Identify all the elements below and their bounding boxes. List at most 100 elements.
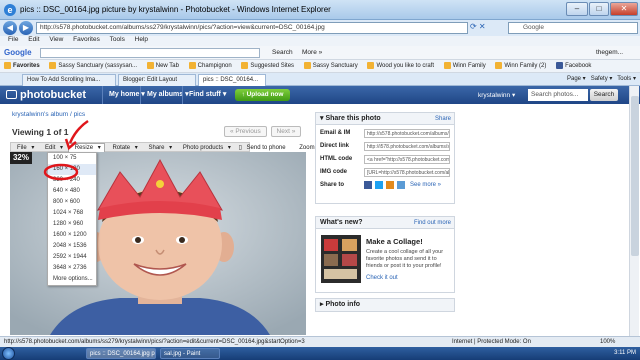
resize-option[interactable]: 1024 × 768 — [48, 208, 96, 219]
menu-view[interactable]: View — [49, 36, 63, 43]
share-row-html: HTML code <a href="http://s578.photobuck… — [320, 155, 450, 164]
favorites-button[interactable]: Favorites — [4, 60, 40, 72]
see-more-link[interactable]: See more » — [410, 182, 441, 188]
favorite-item[interactable]: Sassy Sanctuary (sassysan... — [49, 60, 137, 72]
photo-info-header[interactable]: ▸ Photo info — [316, 299, 454, 311]
system-clock[interactable]: 3:11 PM — [614, 348, 636, 359]
tools-menu[interactable]: Tools — [617, 76, 631, 82]
menu-tools[interactable]: Tools — [110, 36, 125, 43]
menu-help[interactable]: Help — [135, 36, 148, 43]
status-bar: http://s578.photobucket.com/albums/ss279… — [0, 336, 640, 347]
resize-option[interactable]: 2592 × 1944 — [48, 252, 96, 263]
photo-search-input[interactable]: Search photos... — [528, 89, 588, 101]
menu-file[interactable]: File — [8, 36, 18, 43]
zoom-level[interactable]: 100% — [600, 337, 615, 347]
photobucket-header: photobucket My home ▾ My albums ▾ Find s… — [0, 86, 640, 104]
favorite-item[interactable]: Sassy Sanctuary — [303, 60, 358, 72]
share-row-social: Share to See more » — [320, 181, 442, 189]
window-title: pics :: DSC_00164.jpg picture by krystal… — [20, 5, 331, 14]
resize-option[interactable]: 1600 × 1200 — [48, 230, 96, 241]
back-button[interactable]: ◀ — [3, 21, 17, 35]
start-button[interactable] — [2, 347, 15, 360]
favorite-item[interactable]: Winn Family (2) — [495, 60, 546, 72]
refresh-icon[interactable]: ⟳ ✕ — [470, 22, 486, 31]
favorite-item[interactable]: Wood you like to craft — [367, 60, 434, 72]
myspace-icon[interactable] — [386, 181, 394, 189]
resize-option[interactable]: 1280 × 960 — [48, 219, 96, 230]
resize-more-options[interactable]: More options... — [48, 274, 96, 285]
camera-icon — [6, 90, 17, 99]
page-scrollbar[interactable] — [629, 86, 639, 336]
minimize-button[interactable]: – — [566, 2, 588, 16]
user-menu[interactable]: krystalwinn ▾ — [478, 91, 515, 99]
security-zone[interactable]: Internet | Protected Mode: On — [452, 337, 531, 347]
url-field[interactable]: http://s578.photobucket.com/albums/ss279… — [36, 22, 468, 34]
browser-tab[interactable]: Blogger: Edit Layout — [118, 74, 196, 86]
direct-link-field[interactable]: http://i578.photobucket.com/albums/ss2 — [364, 142, 450, 151]
zoom-level-badge: 32% — [10, 152, 32, 164]
taskbar-item-ie[interactable]: pics :: DSC_00164.jpg pic... — [86, 348, 156, 359]
browser-tab-active[interactable]: pics :: DSC_00164... — [198, 74, 266, 86]
resize-option[interactable]: 2048 × 1536 — [48, 241, 96, 252]
upload-now-button[interactable]: ↑ Upload now — [235, 89, 290, 101]
bookmark-icon — [241, 61, 249, 69]
google-search-button[interactable]: Search — [272, 49, 293, 56]
favorite-item[interactable]: Champignon — [188, 60, 232, 72]
whats-new-panel: What's new? Find out more Make a Collage!… — [315, 216, 455, 293]
address-bar: ◀ ▶ http://s578.photobucket.com/albums/s… — [0, 20, 640, 36]
favorite-item[interactable]: Winn Family — [443, 60, 486, 72]
window-titlebar: e pics :: DSC_00164.jpg picture by kryst… — [0, 0, 640, 20]
page-menu[interactable]: Page — [567, 76, 581, 82]
next-button[interactable]: Next » — [270, 126, 302, 137]
google-logo: Google — [4, 48, 32, 57]
share-link[interactable]: Share — [435, 113, 451, 125]
favorite-item[interactable]: New Tab — [146, 60, 179, 72]
google-user[interactable]: thegem... — [596, 49, 623, 56]
bookmark-icon — [303, 61, 311, 69]
check-it-out-link[interactable]: Check it out — [366, 275, 398, 281]
collage-thumbnail[interactable] — [321, 235, 361, 283]
resize-option[interactable]: 3648 × 2736 — [48, 263, 96, 274]
share-row-direct: Direct link http://i578.photobucket.com/… — [320, 142, 450, 151]
photo-search-button[interactable]: Search — [590, 89, 618, 101]
scrollbar-thumb[interactable] — [631, 96, 639, 256]
photo-info-panel[interactable]: ▸ Photo info — [315, 298, 455, 312]
google-search-input[interactable] — [40, 48, 260, 58]
taskbar-item-paint[interactable]: sal.jpg - Paint — [160, 348, 220, 359]
facebook-icon[interactable] — [364, 181, 372, 189]
windows-taskbar: pics :: DSC_00164.jpg pic... sal.jpg - P… — [0, 347, 640, 360]
find-out-more-link[interactable]: Find out more — [414, 217, 451, 229]
share-service-icon[interactable] — [397, 181, 405, 189]
html-code-field[interactable]: <a href="http://s578.photobucket.com/alb — [364, 155, 450, 164]
google-more-button[interactable]: More » — [302, 49, 322, 56]
browser-search-input[interactable]: Google — [508, 22, 638, 34]
photobucket-logo[interactable]: photobucket — [6, 89, 86, 101]
email-im-code-field[interactable]: http://s578.photobucket.com/albums/ss2 — [364, 129, 450, 138]
menu-favorites[interactable]: Favorites — [73, 36, 100, 43]
img-code-field[interactable]: [URL=http://s578.photobucket.com/albu — [364, 168, 450, 177]
maximize-button[interactable]: □ — [589, 2, 609, 16]
menu-edit[interactable]: Edit — [28, 36, 39, 43]
bookmark-icon — [49, 61, 57, 69]
whats-new-header: What's new? Find out more — [316, 217, 454, 229]
internet-explorer-icon: e — [4, 4, 16, 16]
share-panel: ▾ Share this photo Share Email & IM http:… — [315, 112, 455, 204]
forward-button[interactable]: ▶ — [19, 21, 33, 35]
menu-bar: File Edit View Favorites Tools Help — [0, 36, 640, 46]
bookmark-icon — [367, 61, 375, 69]
resize-option[interactable]: 800 × 600 — [48, 197, 96, 208]
resize-option[interactable]: 640 × 480 — [48, 186, 96, 197]
bookmark-icon — [495, 61, 503, 69]
twitter-icon[interactable] — [375, 181, 383, 189]
previous-button[interactable]: « Previous — [224, 126, 267, 137]
safety-menu[interactable]: Safety — [591, 76, 608, 82]
favorites-bar: Favorites Sassy Sanctuary (sassysan... N… — [0, 60, 640, 73]
bookmark-icon — [146, 61, 154, 69]
favorite-item[interactable]: Facebook — [556, 60, 591, 72]
favorite-item[interactable]: Suggested Sites — [241, 60, 294, 72]
browser-tab[interactable]: How To Add Scrolling Ima... — [22, 74, 116, 86]
pager: « Previous Next » — [222, 126, 302, 137]
nav-find-stuff[interactable]: Find stuff ▾ — [182, 86, 232, 104]
collage-headline: Make a Collage! — [366, 237, 423, 246]
close-button[interactable]: ✕ — [610, 2, 638, 16]
